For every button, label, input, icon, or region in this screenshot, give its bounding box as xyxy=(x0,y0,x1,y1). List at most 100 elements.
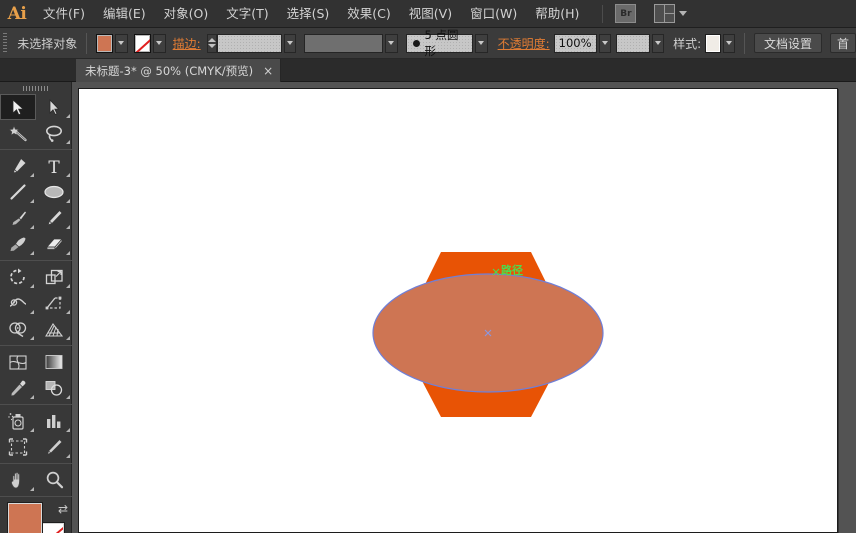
graphic-style-swatch[interactable] xyxy=(705,33,721,53)
brush-definition-select[interactable]: 5 点圆形 xyxy=(405,28,474,58)
tool-flyout-corner-icon xyxy=(66,284,70,288)
tool-flyout-corner-icon xyxy=(66,199,70,203)
fill-dropdown-icon[interactable] xyxy=(115,33,128,53)
eraser-tool[interactable] xyxy=(36,231,72,257)
pencil-tool[interactable] xyxy=(36,205,72,231)
brush-definition-label: 5 点圆形 xyxy=(424,28,459,58)
menu-type[interactable]: 文字(T) xyxy=(217,0,277,28)
eyedropper-tool[interactable] xyxy=(0,375,36,401)
tool-flyout-corner-icon xyxy=(30,199,34,203)
stroke-label[interactable]: 描边: xyxy=(173,35,201,52)
tool-flyout-corner-icon xyxy=(66,310,70,314)
opacity-label[interactable]: 不透明度: xyxy=(498,35,550,52)
preferences-button[interactable]: 首 xyxy=(830,33,856,53)
selection-status-label: 未选择对象 xyxy=(17,36,78,51)
control-bar-grip[interactable] xyxy=(3,27,11,59)
menu-file[interactable]: 文件(F) xyxy=(34,0,94,28)
direct-selection-tool[interactable] xyxy=(36,94,72,120)
document-tab[interactable]: 未标题-3* @ 50% (CMYK/预览) × xyxy=(76,59,282,82)
menu-select[interactable]: 选择(S) xyxy=(278,0,339,28)
fill-color-indicator[interactable] xyxy=(8,503,42,533)
tool-flyout-corner-icon xyxy=(30,310,34,314)
scale-tool[interactable] xyxy=(36,264,72,290)
style-dropdown-icon[interactable] xyxy=(722,33,736,53)
tool-flyout-corner-icon xyxy=(30,225,34,229)
control-bar: 未选择对象 描边: 5 点圆形 不透明度: 100% 样式: 文档设置 首 xyxy=(0,27,856,59)
tool-flyout-corner-icon xyxy=(30,487,34,491)
tools-grid xyxy=(0,94,72,146)
tools-divider-3 xyxy=(0,345,72,346)
menu-edit[interactable]: 编辑(E) xyxy=(94,0,155,28)
menu-view[interactable]: 视图(V) xyxy=(400,0,461,28)
tools-grid-2: T xyxy=(0,153,72,257)
stroke-weight-stepper[interactable] xyxy=(206,33,218,53)
opacity-extra-field[interactable] xyxy=(615,33,650,53)
lasso-tool[interactable] xyxy=(36,120,72,146)
brush-dropdown-icon[interactable] xyxy=(475,33,488,53)
chevron-down-icon[interactable] xyxy=(679,11,688,16)
symbol-sprayer-tool[interactable] xyxy=(0,408,36,434)
menu-window[interactable]: 窗口(W) xyxy=(461,0,526,28)
line-segment-tool[interactable] xyxy=(0,179,36,205)
gradient-tool[interactable] xyxy=(36,349,72,375)
tools-panel: T ⇄ xyxy=(0,82,72,533)
tool-flyout-corner-icon xyxy=(30,428,34,432)
tool-flyout-corner-icon xyxy=(66,336,70,340)
column-graph-tool[interactable] xyxy=(36,408,72,434)
style-label: 样式: xyxy=(673,36,702,51)
tool-flyout-corner-icon xyxy=(30,284,34,288)
tools-divider-4 xyxy=(0,404,72,405)
canvas-area[interactable]: 路径 xyxy=(72,82,856,533)
arrange-documents-icon[interactable] xyxy=(654,4,676,23)
stroke-profile-select[interactable] xyxy=(304,33,384,53)
stroke-dropdown-icon[interactable] xyxy=(153,33,166,53)
app-logo-icon: Ai xyxy=(7,3,27,24)
selection-tool[interactable] xyxy=(0,94,36,120)
zoom-tool[interactable] xyxy=(36,467,72,493)
stroke-weight-input[interactable] xyxy=(217,33,282,53)
perspective-grid-tool[interactable] xyxy=(36,316,72,342)
opacity-extra-dropdown-icon[interactable] xyxy=(651,33,665,53)
paintbrush-tool[interactable] xyxy=(0,205,36,231)
stroke-profile-dropdown-icon[interactable] xyxy=(385,33,398,53)
swap-fill-stroke-icon[interactable]: ⇄ xyxy=(58,502,68,516)
opacity-dropdown-icon[interactable] xyxy=(598,33,611,53)
tools-grid-4 xyxy=(0,349,72,401)
slice-tool[interactable] xyxy=(36,434,72,460)
tools-divider-6 xyxy=(0,496,72,497)
control-divider-2 xyxy=(744,32,745,54)
artboard-tool[interactable] xyxy=(0,434,36,460)
fill-color-swatch[interactable] xyxy=(96,33,114,53)
magic-wand-tool[interactable] xyxy=(0,120,36,146)
stroke-weight-dropdown-icon[interactable] xyxy=(283,33,297,53)
blob-brush-tool[interactable] xyxy=(0,231,36,257)
brush-dot-icon xyxy=(412,39,420,47)
artboard[interactable]: 路径 xyxy=(78,88,838,533)
width-tool[interactable] xyxy=(0,290,36,316)
bridge-icon[interactable]: Br xyxy=(615,4,637,23)
tools-panel-grip[interactable] xyxy=(0,82,71,94)
type-tool[interactable]: T xyxy=(36,153,72,179)
hand-tool[interactable] xyxy=(0,467,36,493)
mesh-tool[interactable] xyxy=(0,349,36,375)
pen-tool[interactable] xyxy=(0,153,36,179)
stroke-color-swatch[interactable] xyxy=(134,33,152,53)
menu-help[interactable]: 帮助(H) xyxy=(526,0,588,28)
tools-divider-1 xyxy=(0,149,72,150)
menu-effect[interactable]: 效果(C) xyxy=(338,0,399,28)
free-transform-tool[interactable] xyxy=(36,290,72,316)
menu-bar: Ai 文件(F) 编辑(E) 对象(O) 文字(T) 选择(S) 效果(C) 视… xyxy=(0,0,856,28)
tools-grid-5 xyxy=(0,408,72,460)
rotate-tool[interactable] xyxy=(0,264,36,290)
tools-grid-6 xyxy=(0,467,72,493)
close-icon[interactable]: × xyxy=(263,65,273,77)
ellipse-tool[interactable] xyxy=(36,179,72,205)
blend-tool[interactable] xyxy=(36,375,72,401)
opacity-input[interactable]: 100% xyxy=(553,33,597,53)
menu-object[interactable]: 对象(O) xyxy=(155,0,218,28)
control-divider-1 xyxy=(86,32,88,54)
tool-flyout-corner-icon xyxy=(66,395,70,399)
document-setup-button[interactable]: 文档设置 xyxy=(753,33,822,53)
tool-flyout-corner-icon xyxy=(66,251,70,255)
shape-builder-tool[interactable] xyxy=(0,316,36,342)
